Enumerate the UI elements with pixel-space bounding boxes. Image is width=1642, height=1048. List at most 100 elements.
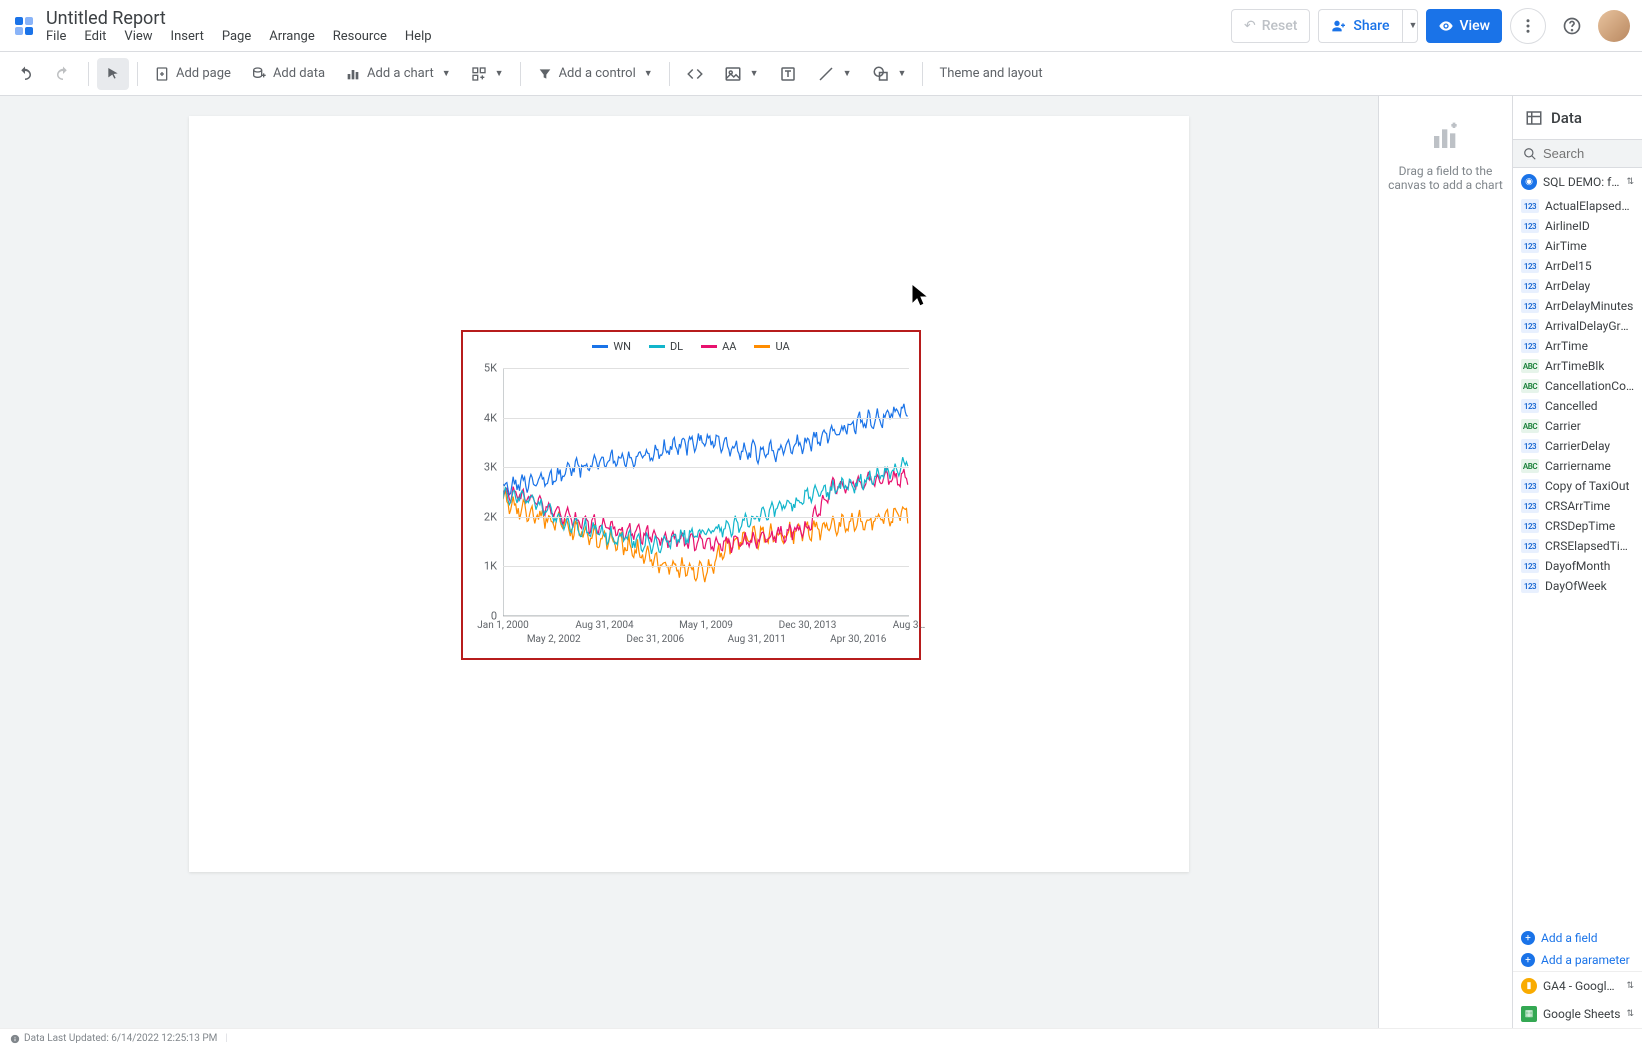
add-page-button[interactable]: Add page xyxy=(146,58,239,90)
line-button[interactable]: ▼ xyxy=(809,58,860,90)
legend-label: UA xyxy=(775,340,789,353)
image-icon xyxy=(724,65,742,83)
field-item[interactable]: ABCArrTimeBlk xyxy=(1513,356,1642,376)
add-parameter-link[interactable]: +Add a parameter xyxy=(1513,949,1642,971)
field-item[interactable]: 123Copy of TaxiOut xyxy=(1513,476,1642,496)
field-type-badge: 123 xyxy=(1521,259,1539,273)
data-panel-header: Data xyxy=(1513,96,1642,140)
field-name: CarrierDelay xyxy=(1545,439,1610,453)
field-name: ArrDelay xyxy=(1545,279,1590,293)
field-item[interactable]: 123Cancelled xyxy=(1513,396,1642,416)
field-item[interactable]: 123ArrDelay xyxy=(1513,276,1642,296)
field-item[interactable]: 123AirlineID xyxy=(1513,216,1642,236)
add-control-button[interactable]: Add a control ▼ xyxy=(529,58,661,90)
code-icon xyxy=(686,65,704,83)
undo-button[interactable] xyxy=(8,58,42,90)
expand-icon: ⇅ xyxy=(1626,177,1634,187)
theme-button[interactable]: Theme and layout xyxy=(931,58,1050,90)
datasource-item[interactable]: ▮ GA4 - Google Merc… ⇅ xyxy=(1513,971,1642,1000)
field-item[interactable]: 123DayOfWeek xyxy=(1513,576,1642,596)
field-item[interactable]: 123CarrierDelay xyxy=(1513,436,1642,456)
plus-icon: + xyxy=(1521,931,1535,945)
text-button[interactable] xyxy=(771,58,805,90)
y-tick-label: 2K xyxy=(484,510,497,523)
drop-field-panel[interactable]: Drag a field to the canvas to add a char… xyxy=(1378,96,1512,1028)
shape-button[interactable]: ▼ xyxy=(864,58,915,90)
shape-icon xyxy=(872,65,890,83)
report-title[interactable]: Untitled Report xyxy=(46,8,1231,29)
field-item[interactable]: 123CRSDepTime xyxy=(1513,516,1642,536)
toolbar: Add page Add data Add a chart ▼ ▼ Add a … xyxy=(0,52,1642,96)
expand-icon: ⇅ xyxy=(1626,1009,1634,1019)
field-item[interactable]: 123 ArrDel15 xyxy=(1513,256,1642,276)
menu-arrange[interactable]: Arrange xyxy=(269,29,314,44)
community-viz-button[interactable]: ▼ xyxy=(463,58,512,90)
more-options-button[interactable] xyxy=(1510,8,1546,44)
field-item[interactable]: ABCCancellationCode xyxy=(1513,376,1642,396)
field-item[interactable]: 123 ArrTime xyxy=(1513,336,1642,356)
help-button[interactable] xyxy=(1554,8,1590,44)
image-button[interactable]: ▼ xyxy=(716,58,767,90)
field-name: Copy of TaxiOut xyxy=(1545,479,1629,493)
app-header: Untitled Report File Edit View Insert Pa… xyxy=(0,0,1642,52)
menu-edit[interactable]: Edit xyxy=(84,29,106,44)
menu-help[interactable]: Help xyxy=(405,29,432,44)
field-item[interactable]: ABCCarrier xyxy=(1513,416,1642,436)
field-item[interactable]: 123ActualElapsedTime xyxy=(1513,196,1642,216)
page-plus-icon xyxy=(154,66,170,82)
field-name: ArrDel15 xyxy=(1545,259,1592,273)
field-name: ArrDelayMinutes xyxy=(1545,299,1633,313)
undo-icon xyxy=(16,65,34,83)
field-name: ArrTime xyxy=(1545,339,1588,353)
add-chart-button[interactable]: Add a chart ▼ xyxy=(337,58,459,90)
field-search[interactable] xyxy=(1513,140,1642,168)
embed-button[interactable] xyxy=(678,58,712,90)
field-item[interactable]: 123DayofMonth xyxy=(1513,556,1642,576)
share-dropdown[interactable]: ▼ xyxy=(1402,9,1418,43)
reset-button[interactable]: ↶ Reset xyxy=(1231,9,1310,43)
field-type-badge: 123 xyxy=(1521,339,1539,353)
legend-label: WN xyxy=(613,340,631,353)
menu-view[interactable]: View xyxy=(124,29,152,44)
field-name: AirlineID xyxy=(1545,219,1590,233)
field-item[interactable]: 123ArrivalDelayGroups xyxy=(1513,316,1642,336)
menu-page[interactable]: Page xyxy=(222,29,251,44)
y-tick-label: 4K xyxy=(484,411,497,424)
field-list[interactable]: 123ActualElapsedTime123AirlineID123AirTi… xyxy=(1513,196,1642,927)
menu-resource[interactable]: Resource xyxy=(333,29,387,44)
x-tick-label: Dec 30, 2013 xyxy=(779,620,837,631)
undo-curve-icon: ↶ xyxy=(1244,18,1256,34)
menu-insert[interactable]: Insert xyxy=(171,29,204,44)
search-input[interactable] xyxy=(1543,146,1632,161)
field-item[interactable]: 123CRSElapsedTime xyxy=(1513,536,1642,556)
field-name: DayofMonth xyxy=(1545,559,1610,573)
field-item[interactable]: 123CRSArrTime xyxy=(1513,496,1642,516)
field-item[interactable]: 123ArrDelayMinutes xyxy=(1513,296,1642,316)
add-data-button[interactable]: Add data xyxy=(243,58,333,90)
share-button[interactable]: Share xyxy=(1318,9,1401,43)
menubar: File Edit View Insert Page Arrange Resou… xyxy=(46,29,1231,44)
user-avatar[interactable] xyxy=(1598,10,1630,42)
report-canvas[interactable]: WN DL AA UA 01K2K3K4K5K Jan 1, 2000May 2… xyxy=(189,116,1189,872)
datasource-item[interactable]: ◉ SQL DEMO: faa_fli… ⇅ xyxy=(1513,168,1642,196)
select-tool[interactable] xyxy=(97,58,129,90)
field-name: AirTime xyxy=(1545,239,1587,253)
chevron-down-icon: ▼ xyxy=(1409,20,1418,31)
legend-label: DL xyxy=(670,340,683,353)
menu-file[interactable]: File xyxy=(46,29,66,44)
canvas-area[interactable]: WN DL AA UA 01K2K3K4K5K Jan 1, 2000May 2… xyxy=(0,96,1378,1028)
field-name: CRSArrTime xyxy=(1545,499,1610,513)
eye-icon xyxy=(1438,18,1454,34)
chart-object[interactable]: WN DL AA UA 01K2K3K4K5K Jan 1, 2000May 2… xyxy=(461,330,921,660)
text-icon xyxy=(779,65,797,83)
x-tick-label: Jan 1, 2000 xyxy=(477,620,529,631)
view-button[interactable]: View xyxy=(1426,9,1503,43)
datasource-item[interactable]: ▦ Google Sheets ⇅ xyxy=(1513,1000,1642,1028)
field-type-badge: 123 xyxy=(1521,519,1539,533)
add-field-link[interactable]: +Add a field xyxy=(1513,927,1642,949)
redo-button[interactable] xyxy=(46,58,80,90)
field-item[interactable]: 123AirTime xyxy=(1513,236,1642,256)
field-item[interactable]: ABCCarriername xyxy=(1513,456,1642,476)
chart-plot-area: 01K2K3K4K5K xyxy=(503,368,909,616)
field-name: ArrTimeBlk xyxy=(1545,359,1604,373)
